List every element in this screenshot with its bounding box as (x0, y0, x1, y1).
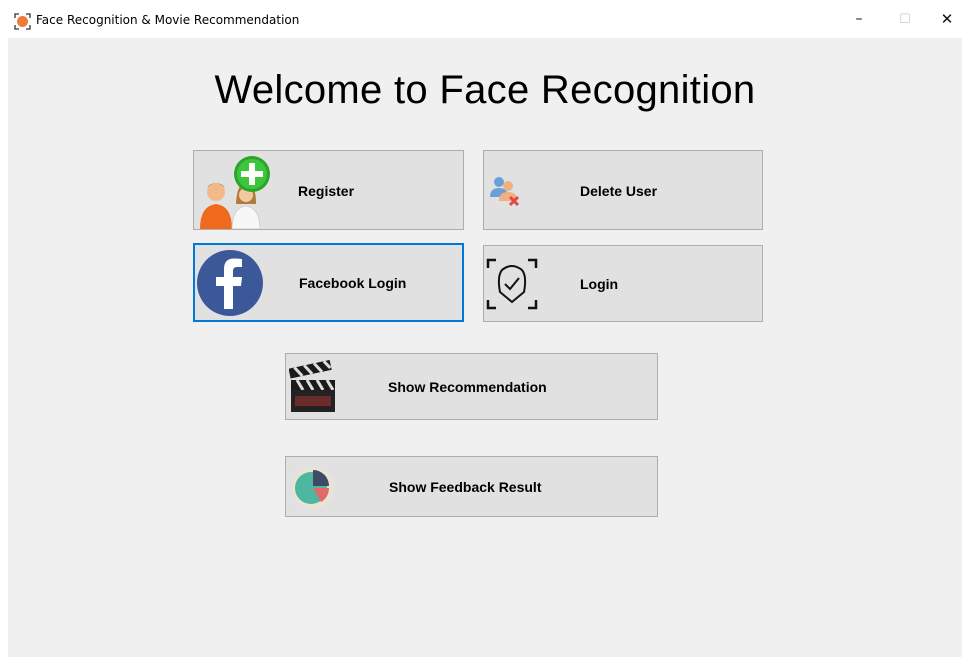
login-button[interactable]: Login (483, 245, 763, 322)
app-face-icon (14, 13, 31, 30)
minimize-button[interactable]: – (836, 0, 882, 38)
register-button[interactable]: Register (193, 150, 464, 230)
show-recommendation-button[interactable]: Show Recommendation (285, 353, 658, 420)
delete-user-label: Delete User (580, 183, 658, 199)
register-label: Register (298, 183, 355, 199)
maximize-icon: ☐ (899, 11, 911, 27)
title-bar[interactable]: Face Recognition & Movie Recommendation … (0, 0, 962, 38)
minimize-icon: – (855, 11, 863, 27)
facebook-icon (197, 250, 263, 316)
close-icon: ✕ (940, 10, 954, 28)
show-feedback-result-button[interactable]: Show Feedback Result (285, 456, 658, 517)
facebook-login-label: Facebook Login (299, 275, 407, 291)
pie-chart-icon (292, 467, 334, 509)
remove-user-icon (490, 177, 520, 207)
main-form: Welcome to Face Recognition Register Del… (8, 38, 962, 657)
show-recommendation-label: Show Recommendation (388, 379, 547, 395)
add-user-icon (200, 156, 270, 229)
facebook-login-button[interactable]: Facebook Login (193, 243, 464, 322)
close-button[interactable]: ✕ (924, 0, 962, 38)
window-title: Face Recognition & Movie Recommendation (36, 13, 300, 27)
login-label: Login (580, 276, 619, 292)
show-feedback-result-label: Show Feedback Result (389, 479, 542, 495)
delete-user-button[interactable]: Delete User (483, 150, 763, 230)
face-scan-icon (486, 258, 538, 310)
page-title: Welcome to Face Recognition (214, 68, 756, 112)
maximize-button[interactable]: ☐ (882, 0, 928, 38)
clapperboard-icon (289, 360, 335, 412)
